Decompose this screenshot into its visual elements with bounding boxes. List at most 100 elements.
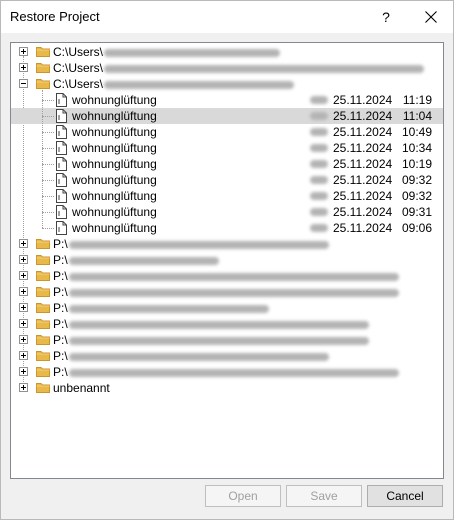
expand-toggle[interactable]	[19, 271, 28, 280]
project-group-row[interactable]: P:\	[11, 236, 443, 252]
help-button[interactable]: ?	[371, 1, 401, 33]
version-row[interactable]: wohnunglüftung 25.11.2024 09:06	[11, 220, 443, 236]
version-row[interactable]: wohnunglüftung 25.11.2024 10:34	[11, 140, 443, 156]
tree-connector	[42, 180, 54, 181]
version-date: 25.11.2024	[333, 221, 393, 235]
project-group-label: P:\	[53, 301, 269, 315]
redacted-path	[68, 352, 329, 361]
tree-connector	[42, 100, 54, 101]
version-name: wohnunglüftung	[72, 221, 157, 235]
version-time: 11:19	[402, 93, 432, 107]
version-row[interactable]: wohnunglüftung 25.11.2024 10:49	[11, 124, 443, 140]
project-group-row[interactable]: unbenannt	[11, 380, 443, 396]
expand-toggle[interactable]	[19, 303, 28, 312]
project-file-icon	[56, 173, 67, 187]
expand-toggle[interactable]	[19, 335, 28, 344]
redacted-path	[104, 80, 295, 89]
project-group-row[interactable]: P:\	[11, 316, 443, 332]
open-button[interactable]: Open	[205, 485, 281, 507]
version-name: wohnunglüftung	[72, 125, 157, 139]
expand-toggle[interactable]	[19, 255, 28, 264]
redacted-path	[68, 240, 329, 249]
project-path-prefix: P:\	[53, 237, 68, 251]
version-row[interactable]: wohnunglüftung 25.11.2024 09:32	[11, 188, 443, 204]
project-group-label: unbenannt	[53, 381, 110, 395]
project-path-prefix: C:\Users\	[53, 77, 104, 91]
project-group-row[interactable]: P:\	[11, 284, 443, 300]
restore-project-dialog: Restore Project ? C:\Users\ C:\Users\ C:\U…	[0, 0, 454, 520]
version-date: 25.11.2024	[333, 109, 393, 123]
expand-toggle[interactable]	[19, 287, 28, 296]
project-group-label: P:\	[53, 269, 399, 283]
project-group-row[interactable]: P:\	[11, 300, 443, 316]
project-group-row[interactable]: P:\	[11, 252, 443, 268]
redacted-path	[104, 64, 425, 73]
project-path-prefix: P:\	[53, 317, 68, 331]
project-group-row[interactable]: C:\Users\	[11, 76, 443, 92]
redacted-path	[68, 336, 369, 345]
folder-icon	[36, 366, 50, 377]
project-group-row[interactable]: P:\	[11, 268, 443, 284]
expand-toggle[interactable]	[19, 63, 28, 72]
expand-toggle[interactable]	[19, 47, 28, 56]
version-row[interactable]: wohnunglüftung 25.11.2024 11:19	[11, 92, 443, 108]
project-path-prefix: P:\	[53, 253, 68, 267]
version-time: 09:32	[401, 189, 432, 203]
close-icon	[425, 11, 437, 23]
redacted-user	[310, 128, 328, 136]
close-button[interactable]	[413, 1, 449, 33]
collapse-toggle[interactable]	[19, 79, 28, 88]
folder-icon	[36, 302, 50, 313]
version-row[interactable]: wohnunglüftung 25.11.2024 10:19	[11, 156, 443, 172]
tree-connector	[42, 196, 54, 197]
tree-connector	[42, 228, 54, 229]
expand-toggle[interactable]	[19, 383, 28, 392]
folder-icon	[36, 270, 50, 281]
folder-icon	[36, 78, 50, 89]
expand-toggle[interactable]	[19, 319, 28, 328]
tree-connector	[42, 212, 54, 213]
project-path-prefix: P:\	[53, 365, 68, 379]
version-name: wohnunglüftung	[72, 205, 157, 219]
expand-toggle[interactable]	[19, 367, 28, 376]
version-time: 09:31	[401, 205, 432, 219]
tree-connector	[42, 164, 54, 165]
expand-toggle[interactable]	[19, 351, 28, 360]
redacted-user	[310, 192, 328, 200]
project-path-prefix: P:\	[53, 269, 68, 283]
project-history-tree[interactable]: C:\Users\ C:\Users\ C:\Users\ wohnunglüftun…	[10, 42, 444, 479]
redacted-path	[68, 304, 269, 313]
folder-icon	[36, 62, 50, 73]
redacted-user	[310, 96, 328, 104]
redacted-user	[310, 208, 328, 216]
version-row[interactable]: wohnunglüftung 25.11.2024 09:32	[11, 172, 443, 188]
dialog-title: Restore Project	[10, 9, 100, 24]
project-path-prefix: P:\	[53, 349, 68, 363]
project-group-row[interactable]: P:\	[11, 348, 443, 364]
folder-icon	[36, 286, 50, 297]
project-group-row[interactable]: P:\	[11, 332, 443, 348]
version-name: wohnunglüftung	[72, 157, 157, 171]
folder-icon	[36, 334, 50, 345]
project-file-icon	[56, 205, 67, 219]
version-row[interactable]: wohnunglüftung 25.11.2024 09:31	[11, 204, 443, 220]
project-group-label: C:\Users\	[53, 45, 281, 59]
folder-icon	[36, 238, 50, 249]
save-button[interactable]: Save	[286, 485, 362, 507]
cancel-button[interactable]: Cancel	[367, 485, 443, 507]
title-bar: Restore Project ?	[1, 1, 453, 33]
folder-icon	[36, 254, 50, 265]
project-group-row[interactable]: C:\Users\	[11, 60, 443, 76]
project-group-row[interactable]: C:\Users\	[11, 44, 443, 60]
version-time: 11:04	[402, 109, 432, 123]
version-date: 25.11.2024	[333, 157, 393, 171]
project-file-icon	[56, 221, 67, 235]
expand-toggle[interactable]	[19, 239, 28, 248]
tree-connector	[42, 90, 43, 228]
version-name: wohnunglüftung	[72, 93, 157, 107]
redacted-path	[104, 48, 281, 57]
project-path-prefix: P:\	[53, 333, 68, 347]
project-file-icon	[56, 157, 67, 171]
project-group-row[interactable]: P:\	[11, 364, 443, 380]
version-row[interactable]: wohnunglüftung 25.11.2024 11:04	[11, 108, 443, 124]
